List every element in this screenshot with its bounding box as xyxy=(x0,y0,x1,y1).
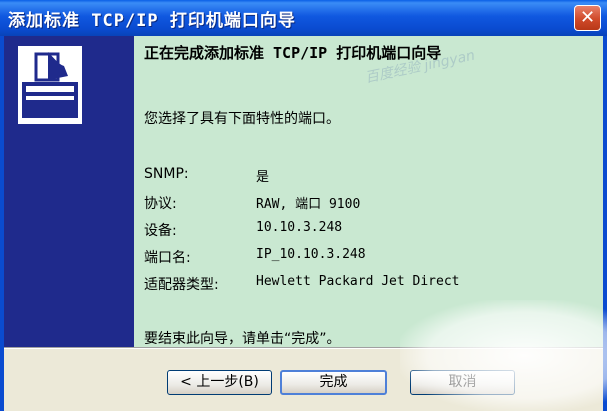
wizard-side-panel xyxy=(4,36,134,347)
property-value: Hewlett Packard Jet Direct xyxy=(256,274,460,289)
property-row-adapter-type: 适配器类型: Hewlett Packard Jet Direct xyxy=(144,274,460,301)
property-key: SNMP: xyxy=(144,166,189,182)
close-icon: ✕ xyxy=(579,7,596,28)
page-subtitle: 您选择了具有下面特性的端口。 xyxy=(144,111,340,127)
property-row-port-name: 端口名: IP_10.10.3.248 xyxy=(144,247,460,274)
property-key: 适配器类型: xyxy=(144,277,219,293)
property-row-snmp: SNMP: 是 xyxy=(144,166,460,193)
printer-icon xyxy=(18,46,82,124)
finish-button[interactable]: 完成 xyxy=(280,370,387,395)
port-properties: SNMP: 是 协议: RAW, 端口 9100 设备: 10.10.3.248… xyxy=(144,166,460,301)
window-title: 添加标准 TCP/IP 打印机端口向导 xyxy=(8,11,296,31)
back-button[interactable]: < 上一步(B) xyxy=(167,370,272,395)
property-value: RAW, 端口 9100 xyxy=(256,197,361,212)
property-row-protocol: 协议: RAW, 端口 9100 xyxy=(144,193,460,220)
property-key: 端口名: xyxy=(144,250,191,266)
property-value: IP_10.10.3.248 xyxy=(256,247,366,262)
close-button[interactable]: ✕ xyxy=(574,5,601,31)
property-row-device: 设备: 10.10.3.248 xyxy=(144,220,460,247)
property-value: 10.10.3.248 xyxy=(256,220,343,235)
property-value: 是 xyxy=(256,170,270,185)
blur-overlay xyxy=(400,300,607,411)
title-bar[interactable]: 添加标准 TCP/IP 打印机端口向导 ✕ xyxy=(0,0,607,36)
property-key: 设备: xyxy=(144,223,177,239)
property-key: 协议: xyxy=(144,196,177,212)
finish-instruction: 要结束此向导，请单击“完成”。 xyxy=(144,331,341,347)
